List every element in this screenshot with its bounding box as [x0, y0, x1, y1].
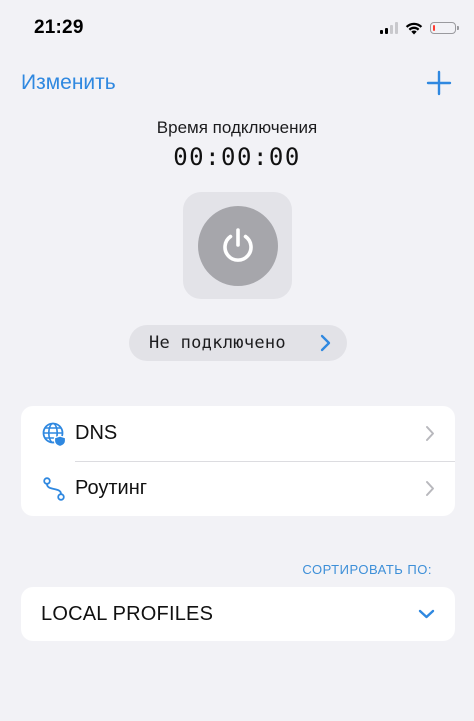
connection-status-label: Не подключено: [149, 333, 286, 353]
profiles-selected-label: LOCAL PROFILES: [41, 602, 214, 625]
routing-row[interactable]: Роутинг: [21, 461, 455, 516]
dns-row[interactable]: DNS: [21, 406, 455, 462]
status-time: 21:29: [34, 17, 84, 38]
chevron-down-icon: [418, 609, 435, 619]
globe-shield-icon: [41, 421, 67, 447]
edit-button[interactable]: Изменить: [21, 71, 116, 95]
power-tile: [183, 192, 292, 299]
wifi-icon: [405, 22, 423, 34]
profiles-dropdown[interactable]: LOCAL PROFILES: [21, 587, 455, 641]
connection-status-button[interactable]: Не подключено: [129, 325, 347, 361]
plus-icon: [426, 70, 452, 96]
status-icons: [380, 19, 459, 37]
chevron-right-icon: [425, 425, 435, 442]
cellular-signal-icon: [380, 22, 398, 34]
sort-by-label[interactable]: СОРТИРОВАТЬ ПО:: [302, 562, 432, 577]
settings-card: DNS Роутинг: [21, 406, 455, 516]
power-button[interactable]: [197, 205, 278, 286]
route-icon: [41, 476, 67, 502]
chevron-right-icon: [425, 480, 435, 497]
add-button[interactable]: [426, 70, 452, 96]
profiles-card: LOCAL PROFILES: [21, 587, 455, 641]
dns-label: DNS: [75, 422, 118, 444]
power-icon: [222, 227, 253, 262]
battery-icon: [430, 22, 459, 34]
connection-timer: 00:00:00: [173, 143, 301, 171]
routing-label: Роутинг: [75, 477, 148, 499]
connection-time-label: Время подключения: [156, 118, 318, 137]
chevron-right-icon: [320, 334, 331, 352]
